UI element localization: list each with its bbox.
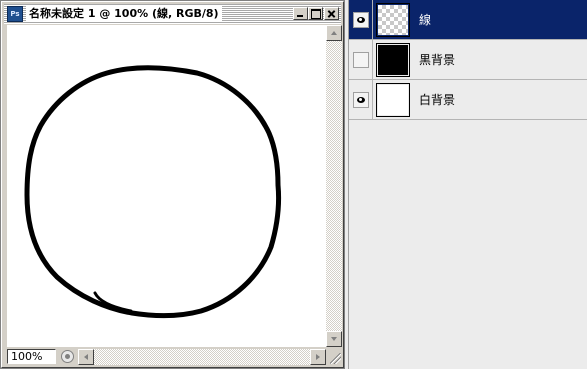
layer-row-white-bg[interactable]: 白背景: [349, 80, 587, 120]
white-fill: [378, 85, 408, 115]
layer-row-line[interactable]: 線: [349, 0, 587, 40]
status-bar: 100%: [7, 348, 342, 365]
visibility-toggle[interactable]: [353, 92, 369, 108]
ps-document-icon[interactable]: Ps: [7, 6, 23, 22]
resize-grip-icon[interactable]: [327, 349, 342, 365]
scroll-right-button[interactable]: [310, 349, 326, 365]
scroll-down-button[interactable]: [326, 331, 342, 347]
layer-name: 線: [419, 13, 432, 27]
layer-thumbnail-white: [376, 83, 410, 117]
eye-icon: [357, 17, 365, 23]
maximize-button[interactable]: [308, 7, 323, 20]
layer-row-black-bg[interactable]: 黒背景: [349, 40, 587, 80]
layer-thumbnail-transparent: [376, 3, 410, 37]
zoom-level-field[interactable]: 100%: [7, 349, 56, 364]
layer-name: 白背景: [419, 93, 456, 107]
status-info-icon[interactable]: [61, 350, 74, 363]
visibility-cell[interactable]: [349, 80, 373, 120]
horizontal-scrollbar[interactable]: [78, 349, 326, 365]
document-window: Ps 名称未設定 1 @ 100% (線, RGB/8) 100%: [0, 0, 345, 369]
minimize-button[interactable]: [293, 7, 308, 20]
vertical-scrollbar[interactable]: [326, 25, 342, 347]
canvas[interactable]: [7, 25, 326, 347]
visibility-toggle[interactable]: [353, 12, 369, 28]
document-title: 名称未設定 1 @ 100% (線, RGB/8): [26, 6, 222, 21]
title-bar[interactable]: Ps 名称未設定 1 @ 100% (線, RGB/8): [4, 4, 341, 24]
layer-name: 黒背景: [419, 53, 456, 67]
layer-thumbnail-black: [376, 43, 410, 77]
scroll-up-button[interactable]: [326, 25, 342, 41]
canvas-drawing: [24, 65, 282, 319]
visibility-toggle-empty[interactable]: [353, 52, 369, 68]
layers-panel: 線 黒背景 白背景: [348, 0, 587, 369]
visibility-cell[interactable]: [349, 0, 373, 40]
scroll-left-button[interactable]: [78, 349, 94, 365]
close-button[interactable]: [324, 7, 339, 20]
eye-icon: [357, 97, 365, 103]
visibility-cell[interactable]: [349, 40, 373, 80]
hand-drawn-circle-stroke: [24, 65, 282, 319]
black-fill: [378, 45, 408, 75]
transparency-checker: [378, 5, 408, 35]
